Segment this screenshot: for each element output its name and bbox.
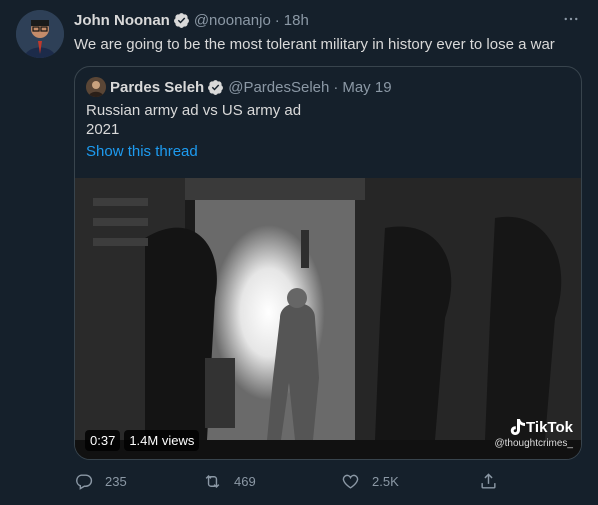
timestamp[interactable]: 18h (284, 12, 309, 29)
reply-button[interactable]: 235 (74, 472, 127, 491)
tiktok-brand: TikTok (526, 418, 573, 436)
quote-header: Pardes Seleh @PardesSeleh · May 19 (86, 77, 392, 97)
handle[interactable]: @noonanjo (194, 12, 271, 29)
retweet-icon (205, 474, 220, 489)
reply-icon (76, 474, 93, 490)
quote-date: May 19 (342, 78, 392, 96)
like-count: 2.5K (372, 474, 399, 489)
tiktok-username: @thoughtcrimes_ (494, 438, 573, 449)
quote-verified-badge-icon (208, 79, 224, 95)
separator-dot: · (274, 11, 280, 29)
show-thread-link[interactable]: Show this thread (86, 143, 198, 160)
quote-separator-dot: · (333, 78, 339, 96)
video-badges: 0:37 1.4M views (85, 430, 200, 451)
quote-text-line: Russian army ad vs US army ad (86, 102, 302, 119)
video-duration: 0:37 (85, 430, 121, 451)
quote-avatar (86, 77, 106, 97)
more-options-icon[interactable] (560, 8, 582, 30)
reply-count: 235 (105, 474, 127, 489)
quote-text: Russian army ad vs US army ad 2021 (86, 101, 301, 139)
tweet[interactable]: John Noonan @noonanjo · 18h We are going… (0, 0, 598, 505)
like-button[interactable]: 2.5K (341, 472, 399, 491)
display-name[interactable]: John Noonan (74, 12, 170, 29)
avatar[interactable] (16, 10, 64, 58)
retweet-count: 469 (234, 474, 256, 489)
quote-text-line: 2021 (86, 121, 120, 138)
video-views: 1.4M views (124, 430, 200, 451)
quote-handle: @PardesSeleh (228, 78, 330, 96)
share-icon (481, 473, 496, 489)
share-button[interactable] (479, 472, 510, 491)
tweet-actions: 235 469 2.5K (74, 472, 514, 494)
heart-icon (342, 474, 359, 489)
video-player[interactable]: 0:37 1.4M views TikTok @thoughtcrimes_ (75, 178, 581, 459)
tiktok-watermark: TikTok @thoughtcrimes_ (494, 418, 573, 450)
more-dots-icon (564, 17, 578, 21)
verified-badge-icon (173, 12, 189, 28)
tweet-header: John Noonan @noonanjo · 18h (74, 10, 309, 30)
tiktok-logo-icon (510, 419, 526, 435)
tweet-text: We are going to be the most tolerant mil… (74, 36, 555, 53)
retweet-button[interactable]: 469 (203, 472, 256, 491)
quote-display-name: Pardes Seleh (110, 78, 205, 96)
avatar-image (16, 10, 64, 58)
quoted-tweet[interactable]: Pardes Seleh @PardesSeleh · May 19 Russi… (74, 66, 582, 460)
quote-avatar-image (86, 77, 106, 97)
